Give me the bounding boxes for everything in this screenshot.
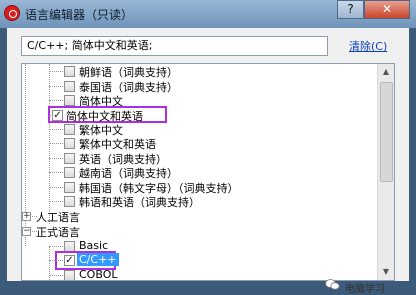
tree-item-label[interactable]: 繁体中文和英语 [79,136,156,152]
close-button[interactable]: ✕ [364,0,410,19]
title-bar: 语言编辑器（只读） ? ✕ [0,0,416,28]
checkbox[interactable] [64,124,75,135]
language-input[interactable]: C/C++; 简体中文和英语; [21,36,328,56]
checkbox-checked[interactable]: ✓ [52,110,63,121]
scroll-up-icon[interactable]: ▲ [378,64,394,80]
checkbox-checked[interactable]: ✓ [64,255,75,266]
dialog-body: C/C++; 简体中文和英语; 清除(C) 朝鲜语（词典支持） 泰国语（词典支持… [7,28,409,295]
checkbox[interactable] [64,270,75,280]
tree-item-label[interactable]: COBOL [79,268,117,280]
scroll-thumb[interactable] [380,82,393,182]
clear-link[interactable]: 清除(C) [349,38,387,54]
checkbox[interactable] [64,167,75,178]
vertical-scrollbar[interactable]: ▲ ▼ [377,64,394,280]
tree-group-label[interactable]: 正式语言 [36,224,80,240]
scroll-down-icon[interactable]: ▼ [378,264,394,280]
tree-item-label[interactable]: 越南语（词典支持） [79,165,178,181]
watermark-text: 电脑学习 [345,284,385,295]
collapse-icon[interactable]: − [22,227,31,236]
tree-item-label[interactable]: 朝鲜语（词典支持） [79,64,178,80]
language-tree[interactable]: 朝鲜语（词典支持） 泰国语（词典支持） 简体中文 ✓ 简体中文和英语 繁体中文 … [21,63,395,281]
checkbox[interactable] [64,138,75,149]
window-title: 语言编辑器（只读） [25,8,134,22]
app-icon [4,5,20,21]
checkbox[interactable] [64,182,75,193]
tree-item-label-selected[interactable]: C/C++ [77,253,119,266]
checkbox[interactable] [64,95,75,106]
help-button[interactable]: ? [337,0,364,19]
tree-group-label[interactable]: 人工语言 [36,209,80,225]
expand-icon[interactable]: + [22,212,31,221]
checkbox[interactable] [64,66,75,77]
tree-item-label[interactable]: 韩语和英语（词典支持） [79,194,200,210]
checkbox[interactable] [64,196,75,207]
checkbox[interactable] [64,153,75,164]
checkbox[interactable] [64,81,75,92]
